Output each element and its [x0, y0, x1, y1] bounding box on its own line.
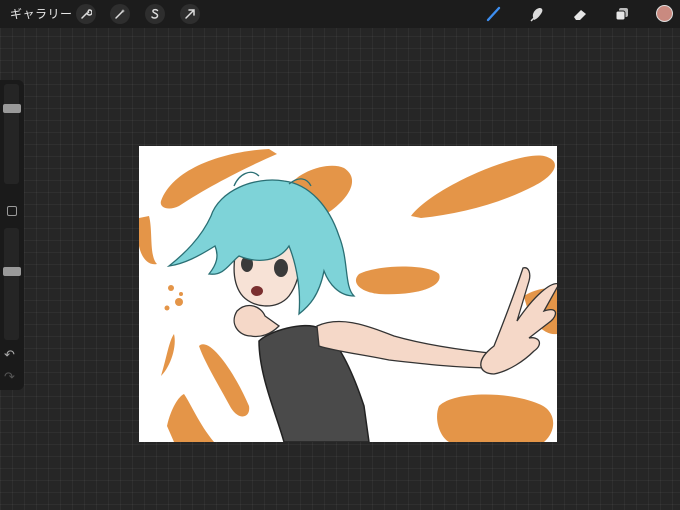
artwork [139, 149, 557, 442]
orange-stroke [355, 266, 440, 295]
modify-button[interactable] [7, 206, 17, 216]
open-hand [480, 267, 557, 375]
opacity-slider[interactable] [4, 228, 19, 340]
mouth [251, 286, 263, 296]
smudge-icon[interactable] [527, 4, 547, 24]
left-sidebar: ↶ ↷ [0, 80, 24, 390]
brush-size-slider-thumb[interactable] [3, 104, 21, 114]
eraser-icon[interactable] [570, 4, 590, 24]
brush-icon[interactable] [484, 4, 504, 24]
orange-stroke [411, 155, 555, 218]
wrench-icon[interactable] [76, 4, 96, 24]
orange-stroke [161, 334, 175, 376]
paint-splatter [168, 285, 174, 291]
orange-stroke [199, 344, 250, 417]
right-eye [274, 259, 288, 277]
top-toolbar: ギャラリー [0, 0, 680, 28]
paint-splatter [164, 305, 170, 311]
opacity-slider-thumb[interactable] [3, 267, 21, 277]
paint-splatter [179, 292, 183, 296]
undo-icon[interactable]: ↶ [4, 348, 15, 363]
orange-stroke [167, 394, 214, 442]
color-picker-button[interactable] [656, 5, 673, 22]
transform-arrow-icon[interactable] [180, 4, 200, 24]
paint-splatter [175, 298, 183, 306]
brush-size-slider[interactable] [4, 84, 19, 184]
left-fist [233, 304, 281, 338]
magic-wand-icon[interactable] [110, 4, 130, 24]
orange-stroke [139, 216, 157, 265]
gallery-button[interactable]: ギャラリー [10, 5, 73, 22]
layers-icon[interactable] [612, 4, 632, 24]
orange-stroke [437, 394, 554, 442]
redo-icon[interactable]: ↷ [4, 370, 15, 385]
drawing-canvas[interactable] [139, 146, 557, 442]
selection-icon[interactable] [145, 4, 165, 24]
